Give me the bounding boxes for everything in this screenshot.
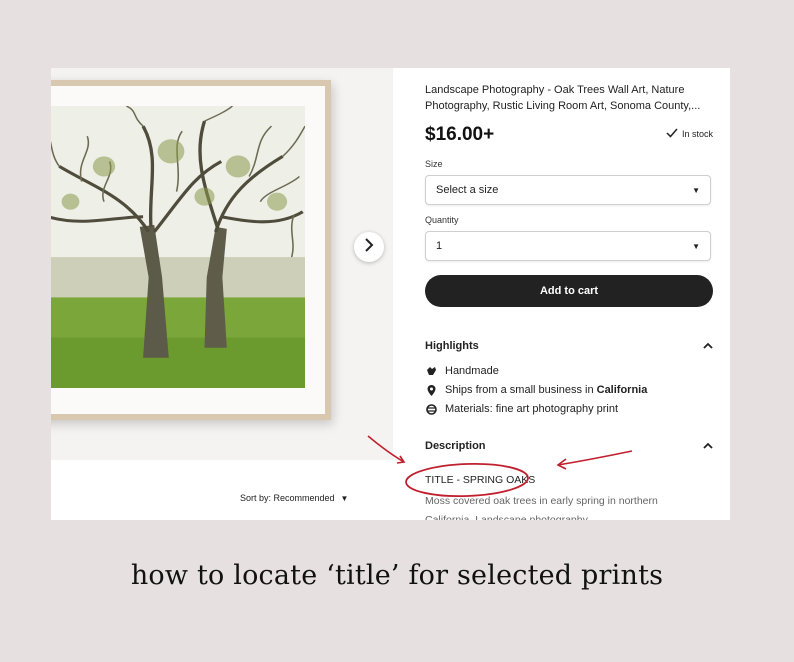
size-select[interactable]: Select a size ▼ [425, 175, 711, 205]
sort-label: Sort by: Recommended [240, 493, 335, 503]
highlights-header[interactable]: Highlights [425, 340, 713, 352]
highlight-item: Ships from a small business in Californi… [425, 384, 647, 396]
chevron-up-icon [703, 341, 713, 352]
dropdown-arrow-icon: ▼ [692, 185, 700, 195]
quantity-select[interactable]: 1 ▼ [425, 231, 711, 261]
size-select-value: Select a size [436, 184, 499, 196]
highlight-text: Handmade [445, 365, 499, 377]
highlight-item: Materials: fine art photography print [425, 403, 618, 415]
highlights-heading: Highlights [425, 340, 479, 352]
description-title-line: TITLE - SPRING OAKS [425, 474, 536, 486]
description-header[interactable]: Description [425, 440, 713, 452]
frame-mat [51, 86, 325, 414]
chevron-up-icon [703, 441, 713, 452]
price: $16.00+ [425, 124, 495, 145]
highlight-item: Handmade [425, 365, 499, 377]
product-image-gallery[interactable] [51, 68, 393, 460]
stock-status: In stock [666, 128, 713, 140]
divider [441, 68, 471, 70]
oak-trees-photo [51, 106, 305, 388]
location-pin-icon [425, 384, 437, 396]
materials-icon [425, 403, 437, 415]
caret-down-icon: ▼ [340, 493, 349, 503]
dropdown-arrow-icon: ▼ [692, 241, 700, 251]
chevron-right-icon [364, 237, 374, 257]
description-heading: Description [425, 440, 486, 452]
quantity-label: Quantity [425, 215, 459, 225]
add-to-cart-button[interactable]: Add to cart [425, 275, 713, 307]
checkmark-icon [666, 128, 678, 140]
picture-frame [51, 80, 331, 420]
listing-title[interactable]: Landscape Photography - Oak Trees Wall A… [425, 82, 715, 114]
listing-card: Sort by: Recommended ▼ Landscape Photogr… [51, 68, 730, 520]
description-body: Moss covered oak trees in early spring i… [425, 495, 658, 520]
size-label: Size [425, 159, 443, 169]
ships-from-location: California [596, 384, 648, 396]
stock-label: In stock [681, 129, 713, 139]
caption-text: how to locate ‘title’ for selected print… [130, 560, 664, 591]
highlight-text: Ships from a small business in Californi… [445, 384, 648, 396]
next-image-button[interactable] [354, 232, 384, 262]
sort-dropdown[interactable]: Sort by: Recommended ▼ [240, 493, 348, 503]
highlight-text: Materials: fine art photography print [445, 403, 619, 415]
hand-icon [425, 366, 437, 377]
quantity-select-value: 1 [436, 240, 443, 252]
